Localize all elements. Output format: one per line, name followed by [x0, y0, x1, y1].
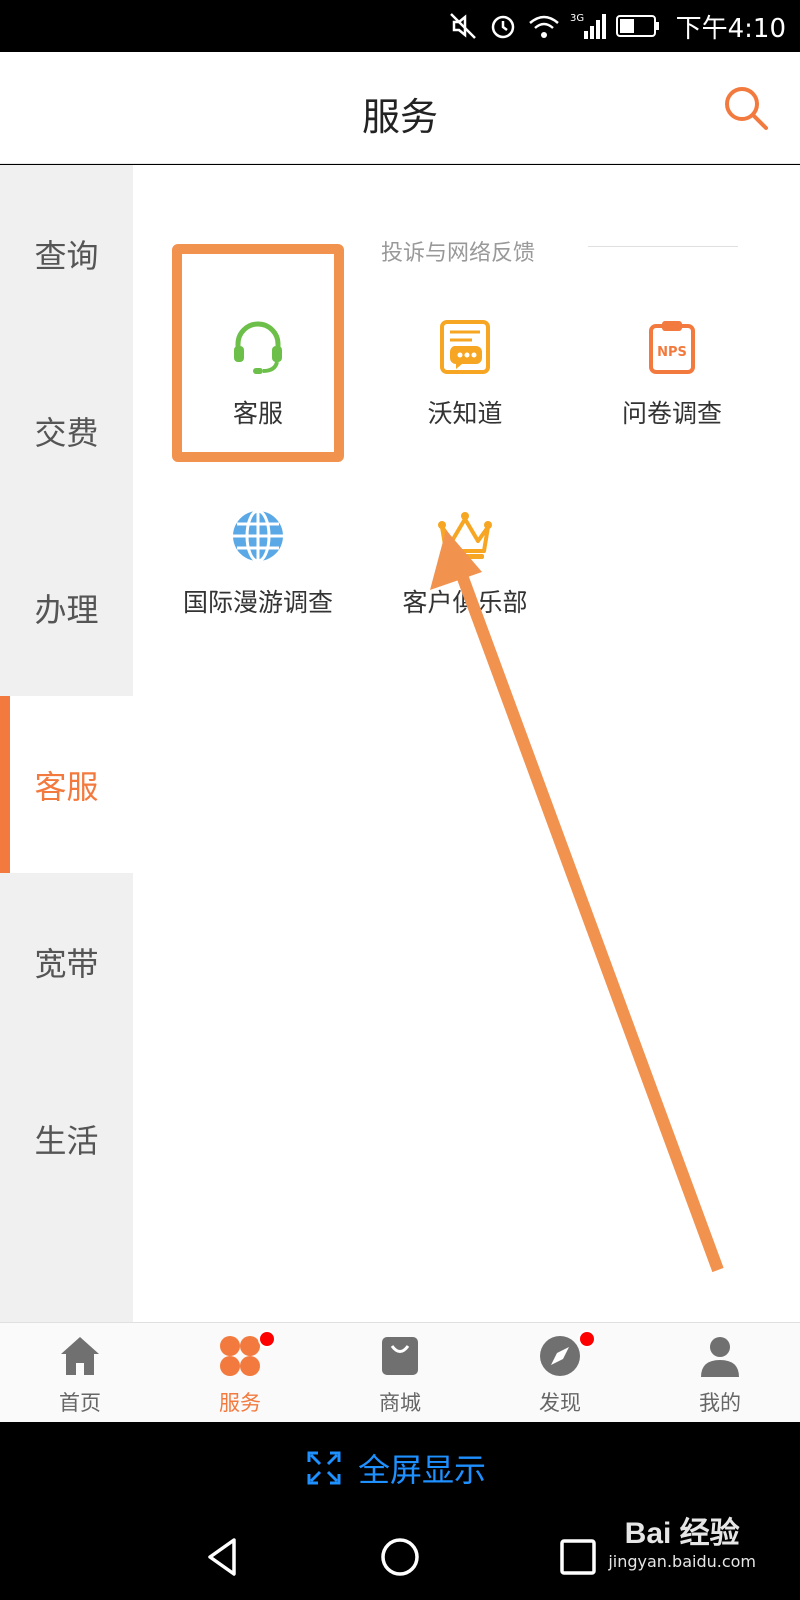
tab-label: 我的: [699, 1391, 741, 1415]
back-icon[interactable]: [198, 1532, 248, 1582]
app-header: 服务: [0, 52, 800, 164]
sidebar-item-payment[interactable]: 交费: [0, 342, 133, 519]
alarm-icon: [491, 15, 514, 39]
section-title: 投诉与网络反馈: [381, 241, 536, 266]
battery-icon: [615, 15, 659, 37]
service-roaming-survey[interactable]: 国际漫游调查: [158, 507, 358, 657]
wifi-icon: [528, 15, 559, 38]
content-panel: 投诉与网络反馈 客服 沃知道 NPS 问卷调查 国际漫游调查 客户俱乐部: [133, 165, 800, 1322]
tab-service[interactable]: 服务: [160, 1323, 320, 1423]
compass-icon: [540, 1336, 580, 1376]
sidebar-item-customer-service[interactable]: 客服: [0, 696, 133, 873]
svg-text:NPS: NPS: [657, 345, 687, 360]
nps-clipboard-icon: NPS: [649, 321, 695, 374]
sidebar-item-label: 办理: [34, 590, 99, 629]
watermark-url: jingyan.baidu.com: [608, 1552, 756, 1571]
tab-label: 服务: [219, 1391, 261, 1415]
sidebar-item-handle[interactable]: 办理: [0, 519, 133, 696]
tab-discover[interactable]: 发现: [480, 1323, 640, 1423]
highlight-box: [172, 244, 344, 462]
recents-icon[interactable]: [553, 1532, 603, 1582]
service-customer-club[interactable]: 客户俱乐部: [365, 507, 565, 657]
bottom-tab-bar: 首页 服务 商城 发现 我的: [0, 1322, 800, 1422]
sidebar-item-label: 宽带: [34, 944, 99, 983]
home-icon: [61, 1337, 99, 1375]
notification-badge: [258, 1330, 276, 1348]
knowledge-doc-icon: [440, 320, 490, 374]
tab-home[interactable]: 首页: [0, 1323, 160, 1423]
sidebar-item-label: 生活: [34, 1121, 99, 1160]
fullscreen-button[interactable]: 全屏显示: [306, 1444, 486, 1492]
user-icon: [701, 1337, 739, 1377]
tab-mine[interactable]: 我的: [640, 1323, 800, 1423]
service-label: 沃知道: [427, 399, 503, 428]
page-title: 服务: [361, 95, 438, 139]
home-nav-icon[interactable]: [375, 1532, 425, 1582]
search-icon[interactable]: [720, 82, 772, 134]
status-icons: 3G 下午4:10: [448, 10, 786, 44]
service-wo-knowledge[interactable]: 沃知道: [365, 318, 565, 468]
tab-label: 发现: [539, 1391, 581, 1415]
service-label: 国际漫游调查: [182, 588, 333, 617]
service-survey[interactable]: NPS 问卷调查: [572, 318, 772, 468]
sidebar-item-broadband[interactable]: 宽带: [0, 873, 133, 1050]
fullscreen-label: 全屏显示: [358, 1451, 487, 1489]
status-bar: 3G 下午4:10: [0, 0, 800, 52]
status-time: 下午4:10: [675, 13, 786, 44]
signal-icon: 3G: [570, 13, 606, 39]
sidebar-item-label: 客服: [34, 767, 99, 806]
fullscreen-bar: 全屏显示: [0, 1422, 800, 1514]
notification-badge: [578, 1330, 596, 1348]
globe-icon: [233, 509, 283, 563]
sidebar-item-label: 交费: [34, 413, 99, 452]
tab-label: 首页: [59, 1391, 101, 1415]
watermark-logo: Bai 经验: [624, 1517, 740, 1550]
svg-text:3G: 3G: [570, 13, 584, 24]
expand-icon: [307, 1451, 341, 1485]
watermark: Bai 经验 jingyan.baidu.com: [608, 1508, 756, 1571]
sidebar-item-query[interactable]: 查询: [0, 165, 133, 342]
section-divider: [588, 246, 738, 247]
sidebar: 查询 交费 办理 客服 宽带 生活: [0, 165, 133, 1322]
crown-icon: [438, 512, 492, 559]
mute-icon: [449, 13, 476, 39]
service-icon: [220, 1336, 260, 1376]
tab-mall[interactable]: 商城: [320, 1323, 480, 1423]
tab-label: 商城: [379, 1391, 421, 1415]
shopping-bag-icon: [382, 1337, 418, 1375]
service-label: 问卷调查: [621, 399, 722, 428]
service-label: 客户俱乐部: [402, 588, 528, 617]
sidebar-item-label: 查询: [34, 236, 99, 275]
sidebar-item-life[interactable]: 生活: [0, 1050, 133, 1227]
